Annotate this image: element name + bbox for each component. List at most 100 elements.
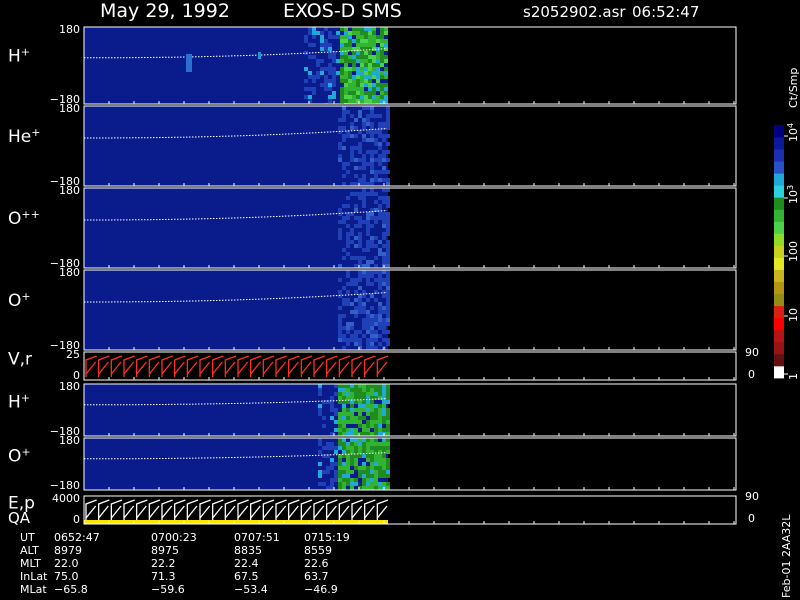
spectrogram-cell-3 [362,310,366,314]
spectrogram-cell-0 [316,59,320,63]
spectrogram-cell-2 [374,200,378,204]
spectrogram-cell-5 [342,396,346,400]
spectrogram-cell-5 [378,432,382,436]
colorbar-tick-0: 104 [786,123,800,142]
spectrogram-cell-0 [320,83,324,87]
spectrogram-cell-5 [366,424,370,428]
spectrogram-cell-3 [386,318,390,322]
panel-label-1: He+ [8,126,40,148]
spectrogram-cell-0 [312,91,316,95]
spectrogram-cell-0 [316,75,320,79]
spectrogram-cell-6 [366,458,370,462]
spectrogram-cell-1 [374,170,378,174]
spectrogram-cell-1 [346,134,350,138]
spectrogram-cell-0 [340,39,344,43]
spectrogram-cell-2 [346,232,350,236]
spectrogram-cell-3 [358,274,362,278]
spectrogram-cell-5 [342,388,346,392]
spectrogram-cell-0 [372,55,376,59]
spectrogram-cell-5 [362,432,366,436]
spectrogram-cell-5 [378,428,382,432]
spectrogram-cell-3 [354,330,358,334]
spectrogram-cell-6 [362,466,366,470]
spectrogram-cell-2 [346,236,350,240]
spectrogram-cell-6 [370,438,374,442]
spectrogram-cell-6 [370,474,374,478]
spectrogram-cell-2 [382,260,386,264]
spectrogram-cell-0 [364,63,368,67]
spectrogram-cell-3 [346,322,350,326]
spectrogram-cell-5 [382,396,386,400]
spectrogram-cell-0 [308,55,312,59]
spectrogram-cell-3 [366,318,370,322]
y-tick-top-2: 180 [59,184,80,197]
spectrogram-cell-0 [376,51,380,55]
spectrogram-cell-2 [378,252,382,256]
spectrogram-cell-2 [386,232,390,236]
spectrogram-cell-6 [374,458,378,462]
spectrogram-cell-3 [374,318,378,322]
spectrogram-cell-3 [350,334,354,338]
spectrogram-cell-3 [374,314,378,318]
spectrogram-cell-0 [380,43,384,47]
spectrogram-cell-0 [332,83,336,87]
spectrogram-cell-1 [354,158,358,162]
spectrogram-cell-6 [318,474,322,478]
spectrogram-cell-2 [378,240,382,244]
spectrogram-cell-6 [358,470,362,474]
spectrogram-cell-3 [342,334,346,338]
spectrogram-cell-5 [354,388,358,392]
spectrogram-cell-1 [382,126,386,130]
spectrogram-cell-3 [346,342,350,346]
spectrogram-cell-2 [354,256,358,260]
spectrogram-cell-5 [386,432,390,436]
spectrogram-cell-5 [370,408,374,412]
spectrogram-cell-1 [354,134,358,138]
spectrogram-cell-2 [374,220,378,224]
spectrogram-cell-3 [378,310,382,314]
spectrogram-cell-3 [366,298,370,302]
spectrogram-cell-3 [382,330,386,334]
spectrogram-cell-1 [370,162,374,166]
spectrogram-cell-5 [374,384,378,388]
y-tick-top-7: 4000 [52,492,80,505]
spectrogram-cell-6 [382,442,386,446]
spectrogram-cell-2 [370,212,374,216]
spectrogram-cell-0 [328,99,332,103]
spectrogram-cell-5 [378,424,382,428]
spectrogram-cell-3 [346,282,350,286]
spectrogram-cell-2 [386,244,390,248]
spectrogram-cell-3 [382,322,386,326]
spectrogram-cell-1 [366,118,370,122]
spectrogram-cell-6 [342,442,346,446]
spectrogram-cell-2 [346,240,350,244]
spectrogram-cell-0 [364,43,368,47]
spectrogram-cell-0 [328,63,332,67]
spectrogram-cell-0 [336,59,340,63]
spectrogram-cell-3 [374,338,378,342]
spectrogram-cell-6 [334,474,338,478]
spectrogram-cell-5 [350,420,354,424]
spectrogram-cell-6 [362,454,366,458]
orbit-value-2-1: 22.2 [151,557,176,570]
spectrogram-cell-1 [362,134,366,138]
spectrogram-cell-6 [354,482,358,486]
spectrogram-cell-6 [370,478,374,482]
spectrogram-cell-5 [358,404,362,408]
spectrogram-cell-3 [358,302,362,306]
spectrogram-cell-2 [378,196,382,200]
orbit-value-2-3: 22.6 [304,557,329,570]
spectrogram-cell-0 [312,31,316,35]
spectrogram-cell-0 [380,59,384,63]
spectrogram-cell-6 [358,438,362,442]
spectrogram-cell-5 [338,384,342,388]
spectrogram-cell-0 [384,31,388,35]
spectrogram-cell-0 [324,43,328,47]
spectrogram-cell-2 [342,204,346,208]
spectrogram-cell-5 [370,384,374,388]
orbit-value-3-2: 67.5 [234,570,259,583]
spectrogram-cell-1 [346,170,350,174]
spectrogram-cell-0 [344,59,348,63]
spectrogram-cell-6 [338,474,342,478]
spectrogram-cell-0 [364,31,368,35]
